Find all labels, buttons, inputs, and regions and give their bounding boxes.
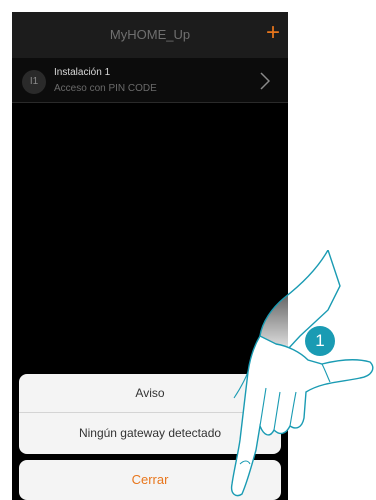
step-number-badge: 1: [305, 326, 335, 356]
add-icon[interactable]: +: [266, 21, 280, 45]
installation-subtitle: Acceso con PIN CODE: [54, 83, 157, 94]
app-header: MyHOME_Up +: [12, 12, 288, 58]
app-title: MyHOME_Up: [109, 27, 191, 42]
chevron-right-icon: [260, 72, 270, 90]
pointing-hand-illustration: [230, 250, 374, 497]
installation-badge: I1: [22, 70, 46, 94]
installation-name: Instalación 1: [54, 67, 111, 78]
installation-list-item[interactable]: I1 Instalación 1 Acceso con PIN CODE: [12, 58, 288, 103]
